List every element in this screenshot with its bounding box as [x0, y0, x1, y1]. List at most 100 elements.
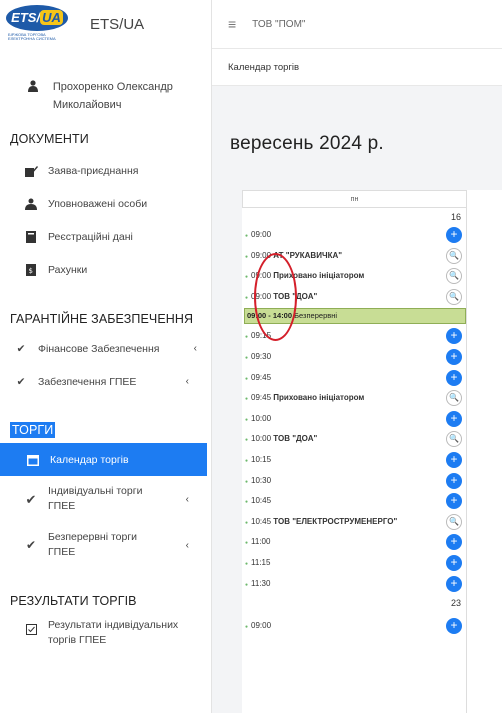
- calendar-event[interactable]: ● 09:00: [242, 225, 502, 245]
- ets-logo[interactable]: ETS/UA БІРЖОВА ТОРГОВА ЕЛЕКТРОННА СИСТЕМ…: [6, 5, 68, 43]
- logo-subtitle: БІРЖОВА ТОРГОВА ЕЛЕКТРОННА СИСТЕМА: [8, 32, 56, 41]
- sidebar-item-label: Безперервні торги ГПЕЕ: [48, 531, 138, 558]
- sidebar-item-gpee-guarantee[interactable]: ✔ Забезпечення ГПЕЕ ‹: [0, 365, 211, 398]
- calendar-event[interactable]: ● 10:00 ТОВ "ДОА": [242, 429, 502, 449]
- event-dot-icon: ●: [245, 274, 249, 281]
- event-dot-icon: ●: [245, 540, 249, 547]
- sidebar-item-label: Рахунки: [48, 263, 88, 276]
- calendar-event[interactable]: ● 09:45 Приховано ініціатором: [242, 388, 502, 408]
- view-trade-button[interactable]: [446, 431, 462, 448]
- event-time: 10:30: [251, 475, 272, 485]
- event-dot-icon: ●: [245, 561, 249, 567]
- add-trade-button[interactable]: [446, 574, 462, 592]
- calendar-event[interactable]: ● 10:15: [242, 450, 502, 470]
- add-trade-button[interactable]: [446, 225, 462, 243]
- weekday-header: пн: [242, 190, 467, 208]
- check-icon: ✔: [16, 375, 26, 388]
- chevron-left-icon: ‹: [193, 343, 197, 354]
- event-time: 09:45: [251, 393, 274, 403]
- event-time: 10:00: [251, 413, 272, 423]
- view-trade-button[interactable]: [446, 513, 462, 530]
- event-time: 11:30: [251, 578, 271, 588]
- calendar-event[interactable]: ● 10:45 ТОВ "ЕЛЕКТРОСТРУМЕНЕРГО": [242, 512, 502, 532]
- pen-icon: [24, 165, 38, 177]
- sidebar-item-label: Індивідуальні торги ГПЕЕ: [48, 485, 143, 512]
- calendar-event[interactable]: ● 10:45: [242, 491, 502, 511]
- add-trade-button[interactable]: [446, 616, 462, 635]
- event-organizer: Приховано ініціатором: [273, 393, 365, 403]
- calendar-event[interactable]: ● 11:30: [242, 574, 502, 594]
- sidebar-item-label: Реєстраційні дані: [48, 230, 133, 243]
- sidebar-item-individual-trades[interactable]: ✔ Індивідуальні торги ГПЕЕ ‹: [0, 476, 211, 522]
- user-icon: [28, 80, 39, 114]
- view-trade-button[interactable]: [446, 268, 462, 285]
- sidebar-item-application[interactable]: Заява-приєднання: [0, 154, 211, 187]
- page-title: вересень 2024 р.: [230, 133, 384, 154]
- add-trade-button[interactable]: [446, 450, 462, 468]
- sidebar: ETS/UA БІРЖОВА ТОРГОВА ЕЛЕКТРОННА СИСТЕМ…: [0, 0, 212, 713]
- check-icon: ✔: [16, 342, 26, 355]
- calendar-event[interactable]: ● 10:30: [242, 471, 502, 491]
- sidebar-item-label: Уповноважені особи: [48, 197, 148, 210]
- hamburger-menu-icon[interactable]: ≡: [228, 16, 236, 32]
- calendar-event[interactable]: ● 11:00: [242, 532, 502, 552]
- invoice-icon: $: [24, 263, 38, 276]
- svg-text:$: $: [29, 267, 33, 275]
- sidebar-item-registration[interactable]: Реєстраційні дані: [0, 220, 211, 253]
- event-dot-icon: ●: [245, 233, 249, 239]
- event-time: 11:00: [251, 537, 271, 547]
- view-trade-button[interactable]: [446, 247, 462, 264]
- logo-row: ETS/UA БІРЖОВА ТОРГОВА ЕЛЕКТРОННА СИСТЕМ…: [0, 0, 211, 48]
- add-trade-button[interactable]: [446, 532, 462, 551]
- sidebar-item-individual-results[interactable]: Результати індивідуальних торгів ГПЕЕ: [0, 614, 211, 654]
- event-time: 10:45: [251, 516, 274, 526]
- sidebar-item-invoices[interactable]: $ Рахунки: [0, 253, 211, 286]
- event-dot-icon: ●: [245, 437, 249, 444]
- event-dot-icon: ●: [245, 375, 249, 382]
- add-trade-button[interactable]: [446, 409, 462, 427]
- chevron-left-icon: ‹: [185, 376, 189, 387]
- event-time: 09:00: [251, 621, 272, 631]
- add-trade-button[interactable]: [446, 553, 462, 571]
- add-trade-button[interactable]: [446, 368, 462, 386]
- event-time: 09:00: [251, 230, 272, 239]
- day-number: 16: [451, 212, 462, 222]
- event-organizer: ТОВ "ДОА": [273, 434, 318, 444]
- view-trade-button[interactable]: [446, 288, 462, 305]
- breadcrumb: Календар торгів: [212, 48, 502, 86]
- sidebar-item-financial[interactable]: ✔ Фінансове Забезпечення ‹: [0, 332, 211, 365]
- add-trade-button[interactable]: [446, 347, 462, 365]
- add-trade-button[interactable]: [446, 326, 462, 345]
- user-profile[interactable]: Прохоренко Олександр Миколайович: [0, 48, 211, 114]
- logo-ellipse: ETS/UA: [6, 5, 68, 31]
- day-number: 23: [451, 598, 462, 609]
- calendar-event[interactable]: ● 11:15: [242, 553, 502, 573]
- add-trade-button[interactable]: [446, 471, 462, 489]
- calendar-event[interactable]: ● 09:45: [242, 368, 502, 388]
- event-organizer: ТОВ "ЕЛЕКТРОСТРУМЕНЕРГО": [273, 516, 398, 526]
- calendar-event[interactable]: ● 09:00: [242, 616, 502, 636]
- top-bar: ≡ ТОВ "ПОМ": [212, 0, 502, 48]
- calendar-event[interactable]: ● 10:00: [242, 409, 502, 429]
- sidebar-item-trade-calendar[interactable]: Календар торгів: [0, 443, 207, 476]
- app-title: ETS/UA: [90, 15, 145, 33]
- event-time: 10:00: [251, 434, 274, 444]
- calendar-event[interactable]: ● 09:30: [242, 347, 502, 367]
- sidebar-item-continuous-trades[interactable]: ✔ Безперервні торги ГПЕЕ ‹: [0, 522, 211, 568]
- double-check-icon: ✔: [25, 537, 37, 552]
- event-time: 09:45: [251, 372, 272, 382]
- sidebar-item-label: Результати індивідуальних торгів ГПЕЕ: [48, 619, 179, 646]
- sidebar-item-authorized[interactable]: Уповноважені особи: [0, 187, 211, 220]
- view-trade-button[interactable]: [446, 390, 462, 407]
- chevron-left-icon: ‹: [185, 539, 189, 551]
- event-dot-icon: ●: [245, 253, 249, 260]
- section-results: РЕЗУЛЬТАТИ ТОРГІВ: [10, 594, 137, 608]
- checkbox-icon: [24, 624, 38, 635]
- event-dot-icon: ●: [245, 478, 249, 485]
- sidebar-item-label: Фінансове Забезпечення: [38, 342, 160, 355]
- check-icon: ✔: [25, 491, 37, 507]
- event-time: 11:15: [251, 558, 271, 567]
- chevron-left-icon: ‹: [185, 493, 189, 505]
- add-trade-button[interactable]: [446, 491, 462, 510]
- users-icon: [24, 198, 38, 210]
